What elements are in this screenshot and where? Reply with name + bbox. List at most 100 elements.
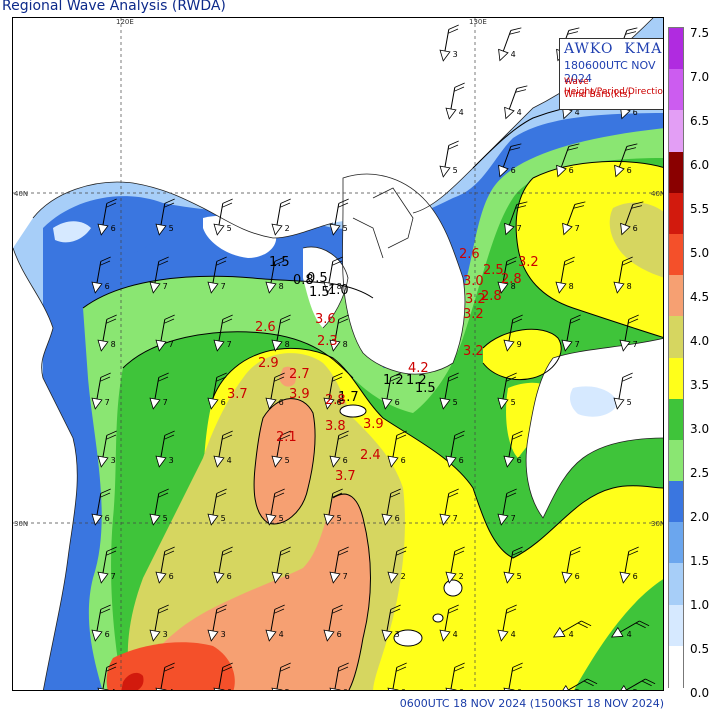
wave-height-value: 2.7	[289, 367, 310, 382]
legend-label: 6.0	[690, 158, 710, 172]
wave-height-value: 3.9	[289, 387, 310, 402]
wave-period: 7	[227, 340, 232, 349]
wave-height-value: 2.9	[258, 356, 279, 371]
wave-period: 6	[105, 630, 110, 639]
wave-period: 7	[511, 514, 516, 523]
lat-label-40-left: 40N	[14, 190, 28, 198]
wave-period: 6	[337, 630, 342, 639]
wave-period: 5	[517, 572, 522, 581]
wave-period: 5	[169, 224, 174, 233]
wave-period: 5	[227, 224, 232, 233]
wave-period: 6	[169, 572, 174, 581]
wave-period: 5	[285, 456, 290, 465]
wave-period: 6	[401, 688, 406, 691]
wave-period: 5	[633, 688, 638, 691]
lat-label-30-right: 30N	[651, 520, 664, 528]
wave-period: 3	[395, 630, 400, 639]
wave-height-value: 2.3	[317, 334, 338, 349]
legend-label: 5.5	[690, 202, 710, 216]
wave-period: 4	[459, 108, 464, 117]
wave-period: 4	[511, 630, 516, 639]
wave-period: 6	[627, 166, 632, 175]
wave-period: 2	[285, 224, 290, 233]
wave-period: 6	[343, 456, 348, 465]
wave-period: 7	[343, 572, 348, 581]
wave-period: 7	[517, 224, 522, 233]
wave-height-value: 1.5	[309, 285, 330, 300]
wave-period: 6	[105, 282, 110, 291]
legend-label: 5.0	[690, 246, 710, 260]
wave-period: 2	[459, 572, 464, 581]
wave-height-value: 2.8	[325, 393, 346, 408]
legend-swatch	[669, 645, 683, 688]
wave-height-value: 3.7	[227, 387, 248, 402]
wave-period: 8	[337, 282, 342, 291]
lon-label-120: 120E	[116, 18, 134, 26]
wave-period: 5	[163, 514, 168, 523]
wave-period: 5	[337, 514, 342, 523]
wave-period: 6	[111, 224, 116, 233]
legend-label: 1.5	[690, 554, 710, 568]
wave-period: 4	[511, 50, 516, 59]
wave-height-value: 2.6	[255, 320, 276, 335]
wave-period: 6	[105, 514, 110, 523]
wave-height-value: 1.2	[383, 373, 404, 388]
wave-map[interactable]: 1.5 0.5 0.8 1.5 1.0 1.7 1.2 1.2 1.5 2.6 3.0 2.5 3.2 2…	[12, 17, 664, 691]
wave-period: 3	[169, 456, 174, 465]
legend-label: 1.0	[690, 598, 710, 612]
wave-map-canvas: 1.50.50.81.51.01.71.2 1.21.52.63.02.53.22…	[13, 18, 664, 691]
wave-period: 7	[575, 224, 580, 233]
wave-period: 7	[169, 340, 174, 349]
wave-period: 5	[285, 688, 290, 691]
wave-period: 5	[343, 224, 348, 233]
wave-period: 8	[279, 282, 284, 291]
wave-period: 8	[285, 340, 290, 349]
wave-period: 4	[627, 630, 632, 639]
wave-height-value: 2.6	[459, 247, 480, 262]
wave-period: 4	[227, 456, 232, 465]
wave-period: 7	[163, 398, 168, 407]
lat-label-30-left: 30N	[14, 520, 28, 528]
legend-swatch	[669, 522, 683, 564]
wave-period: 5	[627, 398, 632, 407]
wave-height-value: 2.8	[481, 289, 502, 304]
agency-left: AWKO	[564, 41, 614, 57]
wave-period: 5	[279, 514, 284, 523]
wave-period: 6	[633, 224, 638, 233]
wave-period: 6	[517, 688, 522, 691]
wave-period: 6	[395, 514, 400, 523]
wave-period: 6	[279, 398, 284, 407]
legend-label: 3.0	[690, 422, 710, 436]
wave-period: 4	[111, 688, 116, 691]
wave-period: 6	[221, 398, 226, 407]
wave-period: 6	[633, 572, 638, 581]
wave-height-value: 1.5	[269, 255, 290, 270]
legend-swatch	[669, 316, 683, 358]
legend-label: 0.5	[690, 642, 710, 656]
wave-period: 7	[163, 282, 168, 291]
wave-period: 6	[227, 572, 232, 581]
wave-period: 6	[517, 456, 522, 465]
wave-period: 5	[221, 514, 226, 523]
agency-right: KMA	[624, 41, 663, 57]
wave-period: 6	[401, 456, 406, 465]
wave-period: 8	[569, 282, 574, 291]
wave-period: 6	[337, 398, 342, 407]
wave-height-value: 1.5	[415, 381, 436, 396]
legend-label: 6.5	[690, 114, 710, 128]
legend-label: 7.0	[690, 70, 710, 84]
wave-period: 4	[569, 630, 574, 639]
wave-period: 3	[111, 456, 116, 465]
wave-period: 7	[111, 572, 116, 581]
lat-label-40-right: 40N	[651, 190, 664, 198]
legend-label: 7.5	[690, 26, 710, 40]
legend-swatch	[669, 151, 683, 194]
wave-height-value: 2.1	[276, 430, 297, 445]
wave-period: 8	[511, 282, 516, 291]
legend-label: 2.0	[690, 510, 710, 524]
wave-period: 6	[395, 398, 400, 407]
wave-height-value: 3.2	[463, 344, 484, 359]
agency-label: AWKO KMA	[564, 41, 662, 57]
wave-height-value: 3.2	[518, 255, 539, 270]
wave-period: 6	[343, 688, 348, 691]
